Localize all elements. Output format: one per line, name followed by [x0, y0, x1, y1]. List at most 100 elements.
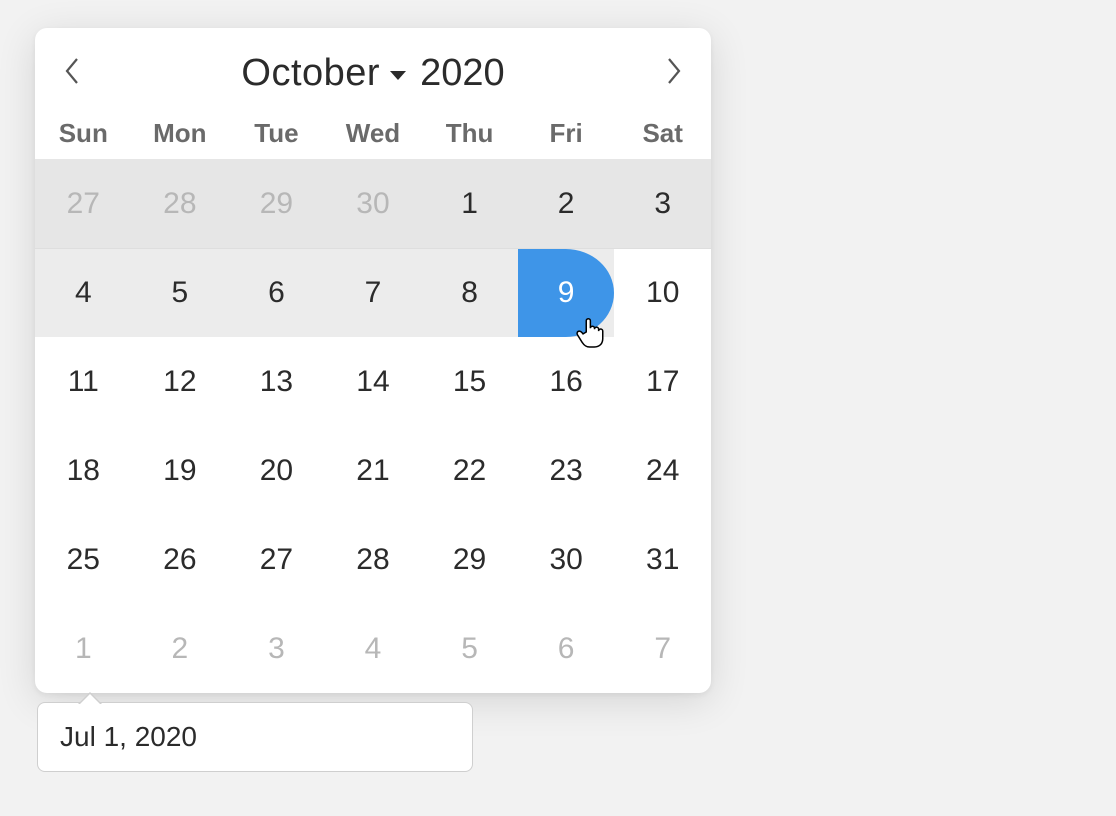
day-number: 7 [654, 632, 671, 666]
day-cell[interactable]: 28 [325, 515, 422, 604]
weekday-header: Sat [614, 118, 711, 149]
year-select[interactable]: 2020 [420, 52, 505, 95]
day-number: 9 [558, 276, 575, 310]
day-number: 21 [356, 454, 389, 488]
day-cell[interactable]: 28 [132, 159, 229, 248]
day-number: 2 [558, 187, 575, 221]
day-cell[interactable]: 30 [518, 515, 615, 604]
day-cell[interactable]: 27 [35, 159, 132, 248]
day-cell[interactable]: 30 [325, 159, 422, 248]
day-cell[interactable]: 3 [614, 159, 711, 248]
weekday-header: Fri [518, 118, 615, 149]
day-number: 24 [646, 454, 679, 488]
day-cell[interactable]: 14 [325, 337, 422, 426]
day-cell[interactable]: 29 [228, 159, 325, 248]
day-number: 27 [260, 543, 293, 577]
popover-arrow [80, 694, 100, 704]
date-input-value: Jul 1, 2020 [60, 721, 197, 753]
day-number: 30 [549, 543, 582, 577]
day-cell[interactable]: 29 [421, 515, 518, 604]
day-cell[interactable]: 15 [421, 337, 518, 426]
weekday-header: Wed [325, 118, 422, 149]
chevron-right-icon [665, 56, 683, 91]
day-cell[interactable]: 5 [132, 248, 229, 337]
weekday-header: Sun [35, 118, 132, 149]
day-cell[interactable]: 3 [228, 604, 325, 693]
day-number: 12 [163, 365, 196, 399]
day-number: 7 [365, 276, 382, 310]
day-number: 8 [461, 276, 478, 310]
day-cell[interactable]: 19 [132, 426, 229, 515]
day-number: 15 [453, 365, 486, 399]
prev-month-button[interactable] [47, 48, 97, 98]
day-cell[interactable]: 13 [228, 337, 325, 426]
day-number: 29 [260, 187, 293, 221]
day-number: 11 [68, 365, 99, 399]
day-number: 18 [67, 454, 100, 488]
weekday-header-row: Sun Mon Tue Wed Thu Fri Sat [35, 118, 711, 159]
calendar-row: 25 26 27 28 29 30 31 [35, 515, 711, 604]
day-number: 5 [172, 276, 189, 310]
day-cell[interactable]: 21 [325, 426, 422, 515]
date-picker-popover: October 2020 Sun Mon Tue Wed Thu Fri Sat [35, 28, 711, 693]
day-cell[interactable]: 7 [614, 604, 711, 693]
day-cell[interactable]: 17 [614, 337, 711, 426]
day-cell[interactable]: 11 [35, 337, 132, 426]
day-cell[interactable]: 1 [35, 604, 132, 693]
day-number: 10 [646, 276, 679, 310]
day-number: 27 [67, 187, 100, 221]
weekday-header: Tue [228, 118, 325, 149]
day-number: 29 [453, 543, 486, 577]
day-number: 17 [646, 365, 679, 399]
day-cell[interactable]: 8 [421, 248, 518, 337]
day-cell[interactable]: 2 [132, 604, 229, 693]
day-cell[interactable]: 2 [518, 159, 615, 248]
day-number: 6 [268, 276, 285, 310]
day-number: 4 [75, 276, 92, 310]
weekday-header: Mon [132, 118, 229, 149]
chevron-left-icon [63, 56, 81, 91]
day-number: 26 [163, 543, 196, 577]
day-cell[interactable]: 4 [35, 248, 132, 337]
next-month-button[interactable] [649, 48, 699, 98]
day-cell[interactable]: 16 [518, 337, 615, 426]
day-cell[interactable]: 6 [518, 604, 615, 693]
day-cell[interactable]: 23 [518, 426, 615, 515]
month-select[interactable]: October [241, 52, 406, 95]
weekday-header: Thu [421, 118, 518, 149]
day-number: 28 [163, 187, 196, 221]
day-number: 1 [75, 632, 92, 666]
month-label: October [241, 52, 380, 95]
day-cell[interactable]: 5 [421, 604, 518, 693]
day-number: 1 [461, 187, 478, 221]
day-cell[interactable]: 27 [228, 515, 325, 604]
day-number: 5 [461, 632, 478, 666]
calendar-row: 1 234 5 6 7 [35, 604, 711, 693]
day-cell[interactable]: 1 [421, 159, 518, 248]
day-cell[interactable]: 25 [35, 515, 132, 604]
day-cell[interactable]: 22 [421, 426, 518, 515]
day-cell[interactable]: 24 [614, 426, 711, 515]
day-number: 23 [549, 454, 582, 488]
day-number: 19 [163, 454, 196, 488]
day-cell[interactable]: 9 [518, 248, 615, 337]
day-cell[interactable]: 10 [614, 248, 711, 337]
day-cell[interactable]: 7 [325, 248, 422, 337]
date-input[interactable]: Jul 1, 2020 [37, 702, 473, 772]
day-cell[interactable]: 31 [614, 515, 711, 604]
calendar-row: 11 12 13 14 15 16 17 [35, 337, 711, 426]
day-cell[interactable]: 6 [228, 248, 325, 337]
day-cell[interactable]: 18 [35, 426, 132, 515]
calendar-row: 4 5 6 7 8 9 10 [35, 248, 711, 337]
day-number: 16 [549, 365, 582, 399]
calendar-row: 18 19 20 21 22 23 24 [35, 426, 711, 515]
day-cell[interactable]: 4 [325, 604, 422, 693]
calendar-grid: 2728293012345678910111213141516171819202… [35, 159, 711, 693]
day-cell[interactable]: 26 [132, 515, 229, 604]
day-number: 6 [558, 632, 575, 666]
day-number: 25 [67, 543, 100, 577]
day-number: 13 [260, 365, 293, 399]
day-cell[interactable]: 20 [228, 426, 325, 515]
day-cell[interactable]: 12 [132, 337, 229, 426]
chevron-down-icon [390, 71, 406, 80]
